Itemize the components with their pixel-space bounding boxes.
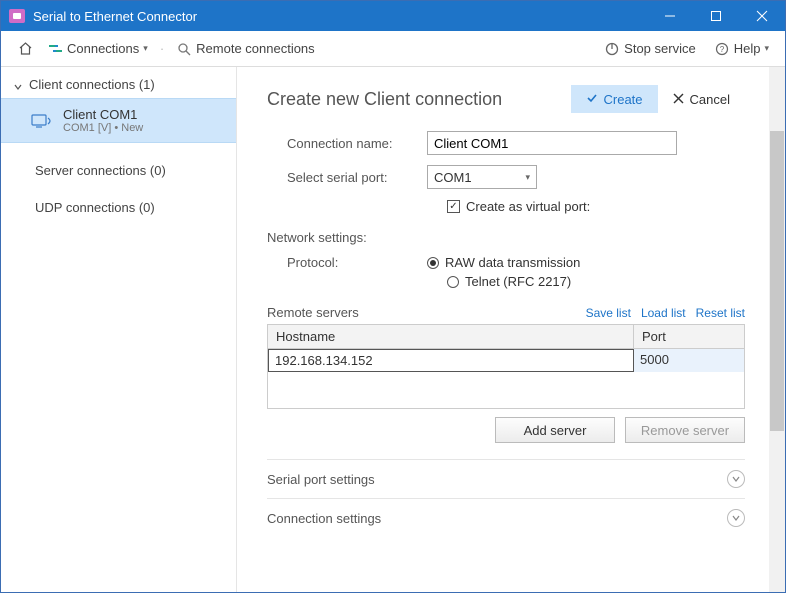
- grid-empty-area[interactable]: [268, 372, 744, 408]
- connection-item-title: Client COM1: [63, 107, 143, 122]
- add-server-button[interactable]: Add server: [495, 417, 615, 443]
- cancel-button[interactable]: Cancel: [658, 85, 745, 113]
- toolbar: Connections ▾ · Remote connections Stop …: [1, 31, 785, 67]
- serial-port-select[interactable]: COM1 ▾: [427, 165, 537, 189]
- help-menu[interactable]: ? Help ▾: [710, 37, 773, 61]
- check-icon: [586, 92, 598, 107]
- serial-port-value: COM1: [434, 170, 472, 185]
- window-title: Serial to Ethernet Connector: [33, 9, 647, 24]
- remote-connections-label: Remote connections: [196, 41, 315, 56]
- connection-item-subtitle: COM1 [V] • New: [63, 122, 143, 134]
- connection-icon: [31, 112, 53, 130]
- remove-server-button[interactable]: Remove server: [625, 417, 745, 443]
- help-label: Help: [734, 41, 761, 56]
- dropdown-icon: ▾: [143, 43, 148, 54]
- search-icon: [176, 41, 192, 57]
- connections-icon: [47, 41, 63, 57]
- sidebar-connection-item[interactable]: Client COM1 COM1 [V] • New: [1, 98, 236, 143]
- create-button[interactable]: Create: [571, 85, 658, 113]
- close-button[interactable]: [739, 1, 785, 31]
- server-connections-header[interactable]: Server connections (0): [1, 157, 236, 184]
- connection-name-input[interactable]: [427, 131, 677, 155]
- home-button[interactable]: [13, 37, 37, 61]
- serial-port-settings-label: Serial port settings: [267, 472, 727, 487]
- port-cell[interactable]: 5000: [634, 349, 744, 372]
- create-virtual-checkbox[interactable]: ✓: [447, 200, 460, 213]
- minimize-button[interactable]: [647, 1, 693, 31]
- separator: ·: [160, 41, 164, 56]
- app-icon: [9, 9, 25, 23]
- create-button-label: Create: [604, 92, 643, 107]
- cancel-button-label: Cancel: [690, 92, 730, 107]
- expand-icon: [727, 470, 745, 488]
- client-connections-label: Client connections (1): [29, 77, 155, 92]
- connection-name-label: Connection name:: [267, 136, 427, 151]
- close-icon: [673, 92, 684, 107]
- grid-header-hostname[interactable]: Hostname: [268, 325, 634, 348]
- reset-list-link[interactable]: Reset list: [696, 306, 745, 320]
- power-icon: [604, 41, 620, 57]
- protocol-label: Protocol:: [267, 255, 427, 270]
- connection-settings-section[interactable]: Connection settings: [267, 498, 745, 537]
- table-row[interactable]: 192.168.134.152 5000: [268, 349, 744, 372]
- titlebar: Serial to Ethernet Connector: [1, 1, 785, 31]
- dropdown-icon: ▾: [764, 43, 769, 54]
- load-list-link[interactable]: Load list: [641, 306, 686, 320]
- remote-servers-grid: Hostname Port 192.168.134.152 5000: [267, 324, 745, 409]
- serial-port-settings-section[interactable]: Serial port settings: [267, 459, 745, 498]
- sidebar: Client connections (1) Client COM1 COM1 …: [1, 67, 237, 592]
- scrollbar-thumb[interactable]: [770, 131, 784, 431]
- remote-servers-label: Remote servers: [267, 305, 576, 320]
- save-list-link[interactable]: Save list: [586, 306, 631, 320]
- network-settings-title: Network settings:: [267, 230, 745, 245]
- protocol-telnet-label: Telnet (RFC 2217): [465, 274, 571, 289]
- home-icon: [17, 41, 33, 57]
- grid-header-port[interactable]: Port: [634, 325, 744, 348]
- hostname-cell[interactable]: 192.168.134.152: [268, 349, 634, 372]
- chevron-down-icon: [13, 80, 23, 90]
- maximize-button[interactable]: [693, 1, 739, 31]
- create-virtual-label: Create as virtual port:: [466, 199, 590, 214]
- protocol-raw-label: RAW data transmission: [445, 255, 580, 270]
- protocol-raw-radio[interactable]: [427, 257, 439, 269]
- stop-service-button[interactable]: Stop service: [600, 37, 700, 61]
- connection-settings-label: Connection settings: [267, 511, 727, 526]
- remote-connections-button[interactable]: Remote connections: [172, 37, 319, 61]
- expand-icon: [727, 509, 745, 527]
- protocol-telnet-radio[interactable]: [447, 276, 459, 288]
- page-title: Create new Client connection: [267, 89, 571, 110]
- select-port-label: Select serial port:: [267, 170, 427, 185]
- svg-text:?: ?: [719, 45, 724, 54]
- client-connections-header[interactable]: Client connections (1): [1, 71, 236, 98]
- main-panel: Create new Client connection Create Canc…: [237, 67, 785, 592]
- stop-service-label: Stop service: [624, 41, 696, 56]
- connections-label: Connections: [67, 41, 139, 56]
- help-icon: ?: [714, 41, 730, 57]
- connections-menu[interactable]: Connections ▾: [43, 37, 152, 61]
- chevron-down-icon: ▾: [525, 172, 530, 183]
- udp-connections-header[interactable]: UDP connections (0): [1, 194, 236, 221]
